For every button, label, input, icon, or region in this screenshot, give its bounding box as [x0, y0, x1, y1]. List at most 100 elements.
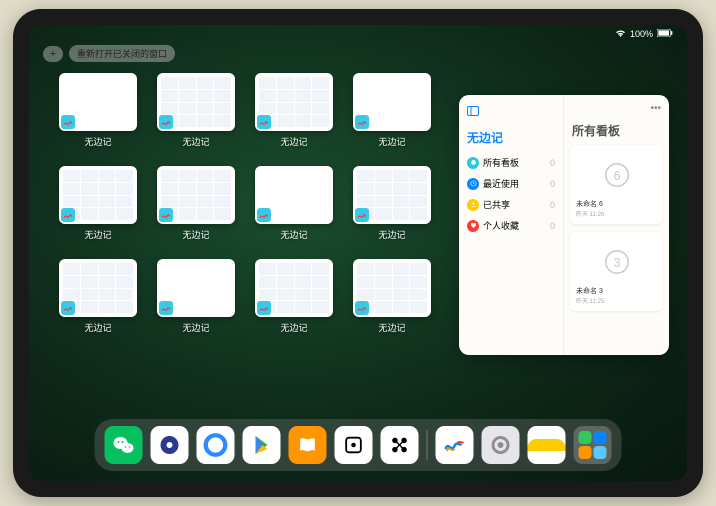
freeform-app-icon: [159, 208, 173, 222]
books-icon[interactable]: [289, 426, 327, 464]
add-button[interactable]: +: [43, 46, 63, 62]
sidebar-item-count: 0: [550, 158, 555, 168]
dock-separator: [427, 430, 428, 460]
app-label: 无边记: [280, 135, 307, 148]
freeform-app-icon: [355, 301, 369, 315]
app-thumbnail: [255, 73, 333, 131]
app-window-card[interactable]: 无边记: [255, 166, 333, 241]
sidebar-item[interactable]: 所有看板 0: [465, 152, 557, 173]
dock: [95, 419, 622, 471]
app-thumbnail: [353, 73, 431, 131]
panel-left-title: 无边记: [467, 129, 555, 146]
app-thumbnail: [59, 166, 137, 224]
notes-icon[interactable]: [528, 426, 566, 464]
sidebar-item-label: 最近使用: [483, 177, 519, 190]
freeform-app-icon: [355, 208, 369, 222]
app-thumbnail: [157, 73, 235, 131]
app-thumbnail: [255, 259, 333, 317]
app-label: 无边记: [84, 321, 111, 334]
sidebar-item-label: 所有看板: [483, 156, 519, 169]
connect-icon[interactable]: [381, 426, 419, 464]
app-window-card[interactable]: 无边记: [59, 259, 137, 334]
panel-right-title: 所有看板: [572, 122, 661, 139]
status-bar: 100%: [29, 25, 687, 43]
qq-browser-icon[interactable]: [197, 426, 235, 464]
app-label: 无边记: [182, 321, 209, 334]
board-title: 未命名 6: [576, 199, 657, 209]
app-thumbnail: [157, 259, 235, 317]
dice-icon[interactable]: [335, 426, 373, 464]
board-time: 昨天 11:25: [576, 296, 657, 305]
sidebar-item[interactable]: 最近使用 0: [465, 173, 557, 194]
sidebar-item[interactable]: 个人收藏 0: [465, 215, 557, 236]
app-label: 无边记: [378, 135, 405, 148]
app-label: 无边记: [84, 228, 111, 241]
app-label: 无边记: [182, 228, 209, 241]
app-label: 无边记: [378, 321, 405, 334]
sidebar-item-label: 已共享: [483, 198, 510, 211]
sidebar-item[interactable]: 已共享 0: [465, 194, 557, 215]
sidebar-bullet-icon: [467, 199, 479, 211]
freeform-app-icon: [257, 301, 271, 315]
quark-icon[interactable]: [151, 426, 189, 464]
board-preview: 6: [576, 151, 657, 199]
board-card[interactable]: 6未命名 6昨天 11:26: [570, 145, 663, 224]
app-label: 无边记: [378, 228, 405, 241]
app-window-card[interactable]: 无边记: [353, 73, 431, 148]
app-window-card[interactable]: 无边记: [157, 166, 235, 241]
sidebar-bullet-icon: [467, 220, 479, 232]
freeform-app-icon: [257, 115, 271, 129]
app-thumbnail: [59, 73, 137, 131]
wifi-icon: [615, 29, 626, 39]
app-label: 无边记: [182, 135, 209, 148]
app-library-icon[interactable]: [574, 426, 612, 464]
freeform-app-icon: [355, 115, 369, 129]
sidebar-bullet-icon: [467, 178, 479, 190]
sidebar-item-count: 0: [550, 221, 555, 231]
app-window-card[interactable]: 无边记: [255, 259, 333, 334]
freeform-app-icon: [61, 301, 75, 315]
settings-icon[interactable]: [482, 426, 520, 464]
app-thumbnail: [59, 259, 137, 317]
wechat-icon[interactable]: [105, 426, 143, 464]
svg-text:3: 3: [613, 255, 620, 270]
more-icon[interactable]: •••: [650, 103, 661, 114]
app-thumbnail: [157, 166, 235, 224]
freeform-panel: 无边记 所有看板0最近使用0已共享0个人收藏0 ••• 所有看板 6未命名 6昨…: [459, 95, 669, 355]
freeform-icon[interactable]: [436, 426, 474, 464]
app-thumbnail: [353, 259, 431, 317]
freeform-app-icon: [61, 115, 75, 129]
app-window-card[interactable]: 无边记: [59, 166, 137, 241]
board-preview: 3: [576, 238, 657, 286]
play-icon[interactable]: [243, 426, 281, 464]
battery-icon: [657, 29, 673, 39]
app-window-card[interactable]: 无边记: [157, 259, 235, 334]
freeform-app-icon: [61, 208, 75, 222]
app-window-card[interactable]: 无边记: [353, 259, 431, 334]
reopen-closed-window-button[interactable]: 重新打开已关闭的窗口: [69, 45, 175, 62]
app-window-card[interactable]: 无边记: [255, 73, 333, 148]
app-label: 无边记: [84, 135, 111, 148]
app-window-card[interactable]: 无边记: [353, 166, 431, 241]
sidebar-bullet-icon: [467, 157, 479, 169]
sidebar-item-count: 0: [550, 200, 555, 210]
freeform-app-icon: [159, 115, 173, 129]
app-thumbnail: [255, 166, 333, 224]
sidebar-item-label: 个人收藏: [483, 219, 519, 232]
app-thumbnail: [353, 166, 431, 224]
sidebar-item-count: 0: [550, 179, 555, 189]
app-window-card[interactable]: 无边记: [59, 73, 137, 148]
app-label: 无边记: [280, 321, 307, 334]
board-time: 昨天 11:26: [576, 209, 657, 218]
board-card[interactable]: 3 未命名 3昨天 11:25: [570, 232, 663, 311]
ipad-frame: 100% + 重新打开已关闭的窗口 无边记无边记无边记无边记无边记无边记无边记无…: [13, 9, 703, 497]
battery-text: 100%: [630, 29, 653, 39]
app-switcher-grid: 无边记无边记无边记无边记无边记无边记无边记无边记无边记无边记无边记无边记: [59, 73, 439, 334]
board-title: 未命名 3: [576, 286, 657, 296]
freeform-app-icon: [257, 208, 271, 222]
app-label: 无边记: [280, 228, 307, 241]
freeform-app-icon: [159, 301, 173, 315]
app-window-card[interactable]: 无边记: [157, 73, 235, 148]
screen: 100% + 重新打开已关闭的窗口 无边记无边记无边记无边记无边记无边记无边记无…: [29, 25, 687, 481]
sidebar-toggle-icon[interactable]: [467, 103, 479, 121]
